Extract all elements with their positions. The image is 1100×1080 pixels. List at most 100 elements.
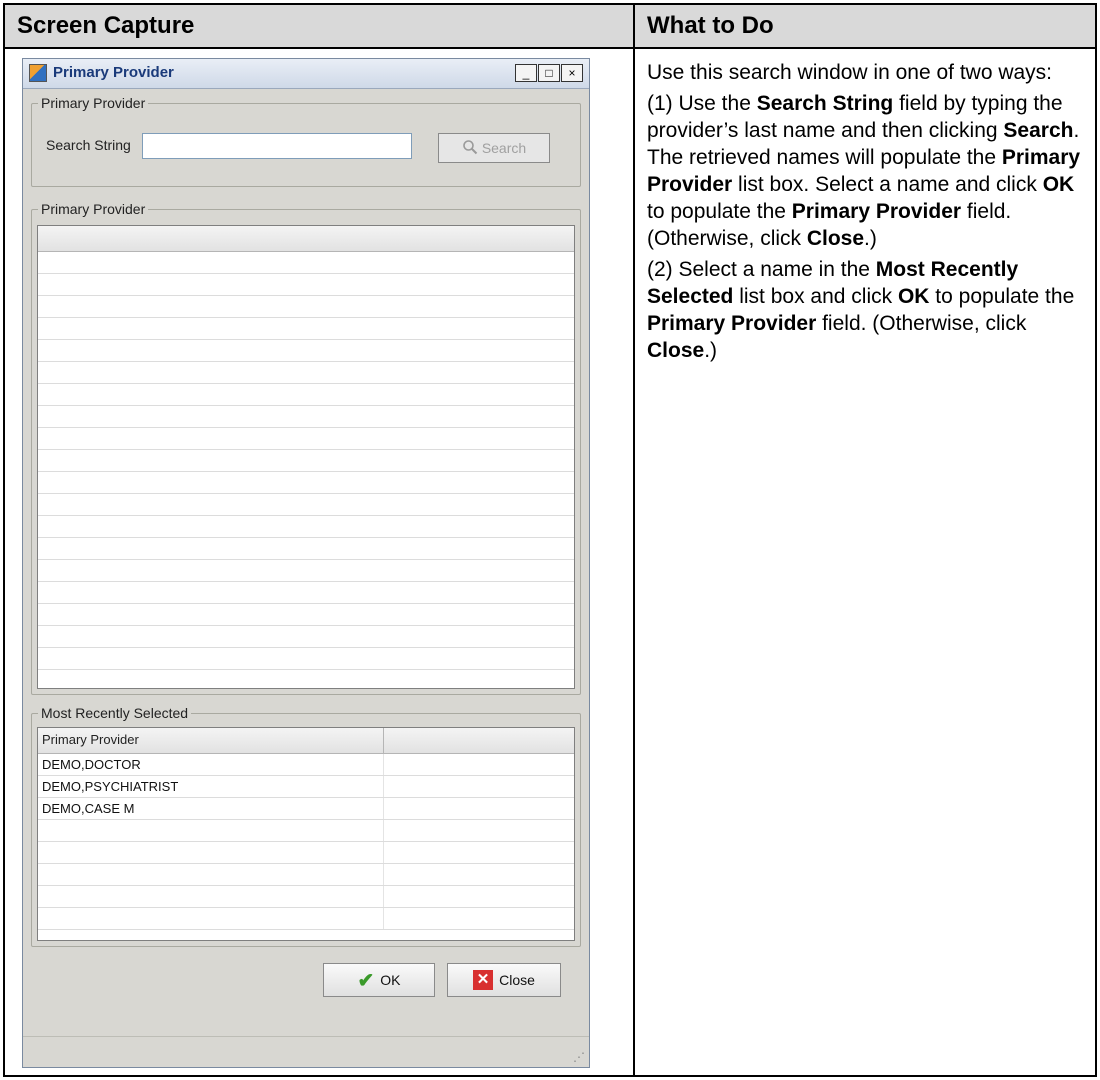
ok-button[interactable]: ✔ OK: [323, 963, 435, 997]
red-x-icon: ✕: [473, 970, 494, 990]
search-button-label: Search: [481, 140, 527, 156]
close-button-label: Close: [499, 972, 535, 988]
list-item[interactable]: [38, 560, 574, 582]
list-item[interactable]: [38, 318, 574, 340]
dialog-title: Primary Provider: [53, 64, 174, 81]
list-item[interactable]: [38, 472, 574, 494]
bold-term: OK: [1042, 173, 1075, 196]
text-span: list box. Select a name and click: [732, 173, 1043, 196]
text-span: field. (Otherwise, click: [816, 312, 1027, 335]
bold-term: Close: [647, 339, 705, 362]
empty-column-header[interactable]: [384, 728, 574, 753]
recent-group-legend: Most Recently Selected: [41, 705, 189, 721]
list-item[interactable]: [38, 252, 574, 274]
search-string-label: Search String: [46, 137, 131, 153]
list-item[interactable]: [38, 494, 574, 516]
provider-name-cell: [38, 820, 384, 841]
list-item[interactable]: [38, 296, 574, 318]
bold-term: Primary Provider: [647, 312, 817, 335]
text-span: .): [864, 227, 877, 250]
text-span: .): [704, 339, 718, 362]
provider-name-cell: [38, 864, 384, 885]
text-span: (1) Use the: [647, 92, 757, 115]
recent-list-header: Primary Provider: [38, 728, 574, 754]
search-button[interactable]: Search: [438, 133, 550, 163]
primary-provider-dialog: Primary Provider _ □ × Primary Provider …: [22, 58, 590, 1068]
list-item[interactable]: [38, 340, 574, 362]
minimize-button[interactable]: _: [515, 64, 537, 82]
title-bar[interactable]: Primary Provider _ □ ×: [23, 59, 589, 89]
table-row[interactable]: [38, 908, 574, 930]
results-listbox[interactable]: [37, 225, 575, 689]
resize-grip-icon[interactable]: ⋰: [573, 1050, 585, 1064]
empty-cell: [384, 864, 574, 885]
table-row[interactable]: [38, 842, 574, 864]
empty-cell: [384, 820, 574, 841]
search-group: Primary Provider Search String Search: [31, 95, 581, 187]
list-item[interactable]: [38, 626, 574, 648]
header-screen-capture: Screen Capture: [3, 3, 635, 49]
empty-cell: [384, 908, 574, 929]
maximize-button[interactable]: □: [538, 64, 560, 82]
empty-cell: [384, 776, 574, 797]
list-item[interactable]: [38, 406, 574, 428]
window-controls: _ □ ×: [514, 64, 583, 82]
provider-name-cell: [38, 842, 384, 863]
ok-button-label: OK: [380, 972, 401, 988]
provider-name-cell: DEMO,DOCTOR: [38, 754, 384, 775]
step-2-text: (2) Select a name in the Most Recently S…: [647, 256, 1083, 364]
list-item[interactable]: [38, 582, 574, 604]
bold-term: Search: [1003, 119, 1074, 142]
results-group-legend: Primary Provider: [41, 201, 146, 217]
close-button[interactable]: ✕ Close: [447, 963, 561, 997]
recent-rows: DEMO,DOCTOR DEMO,PSYCHIATRIST DEMO,CASE M: [38, 754, 574, 930]
checkmark-icon: ✔: [357, 969, 375, 992]
table-row[interactable]: DEMO,CASE M: [38, 798, 574, 820]
close-window-button[interactable]: ×: [561, 64, 583, 82]
intro-text: Use this search window in one of two way…: [647, 61, 1053, 84]
list-item[interactable]: [38, 648, 574, 670]
list-item[interactable]: [38, 538, 574, 560]
results-rows: [38, 252, 574, 670]
list-item[interactable]: [38, 604, 574, 626]
text-span: (2) Select a name in the: [647, 258, 876, 281]
table-row[interactable]: [38, 820, 574, 842]
empty-cell: [384, 754, 574, 775]
bold-term: Primary Provider: [791, 200, 962, 223]
bold-term: Close: [806, 227, 865, 250]
instructions-cell: Use this search window in one of two way…: [633, 47, 1097, 1077]
recent-listbox[interactable]: Primary Provider DEMO,DOCTOR DEMO,PSYCHIA…: [37, 727, 575, 941]
status-bar: ⋰: [23, 1036, 589, 1067]
list-item[interactable]: [38, 274, 574, 296]
results-list-header: [38, 226, 574, 252]
text-span: list box and click: [733, 285, 898, 308]
empty-cell: [384, 798, 574, 819]
list-item[interactable]: [38, 384, 574, 406]
provider-name-cell: DEMO,CASE M: [38, 798, 384, 819]
list-item[interactable]: [38, 428, 574, 450]
app-icon: [29, 64, 47, 82]
bold-term: OK: [897, 285, 930, 308]
magnifier-icon: [462, 139, 478, 158]
search-group-legend: Primary Provider: [41, 95, 146, 111]
step-1-text: (1) Use the Search String field by typin…: [647, 90, 1083, 252]
list-item[interactable]: [38, 362, 574, 384]
provider-name-cell: DEMO,PSYCHIATRIST: [38, 776, 384, 797]
table-row[interactable]: [38, 886, 574, 908]
empty-cell: [384, 842, 574, 863]
provider-name-cell: [38, 886, 384, 907]
provider-name-cell: [38, 908, 384, 929]
empty-cell: [384, 886, 574, 907]
list-item[interactable]: [38, 450, 574, 472]
header-what-to-do: What to Do: [633, 3, 1097, 49]
table-row[interactable]: DEMO,PSYCHIATRIST: [38, 776, 574, 798]
results-header-cell: [38, 226, 574, 251]
text-span: to populate the: [647, 200, 792, 223]
text-span: to populate the: [929, 285, 1075, 308]
primary-provider-column-header[interactable]: Primary Provider: [38, 728, 384, 753]
table-row[interactable]: DEMO,DOCTOR: [38, 754, 574, 776]
list-item[interactable]: [38, 516, 574, 538]
bold-term: Search String: [756, 92, 894, 115]
table-row[interactable]: [38, 864, 574, 886]
search-string-input[interactable]: [142, 133, 412, 159]
